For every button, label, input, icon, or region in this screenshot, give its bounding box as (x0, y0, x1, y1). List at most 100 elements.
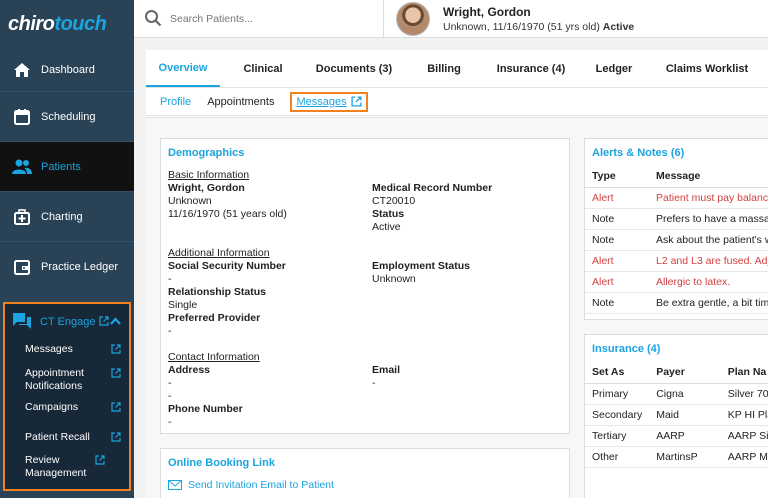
patient-header: Wright, Gordon Unknown, 11/16/1970 (51 y… (396, 2, 634, 36)
insurance-card: Insurance (4) Set As Payer Plan Na Prima… (584, 334, 768, 498)
table-row[interactable]: Note Ask about the patient's w (585, 229, 768, 251)
employment-value: Unknown (372, 273, 416, 285)
chat-icon (12, 312, 32, 333)
engage-item-label: Appointment Notifications (25, 367, 84, 392)
patient-avatar[interactable] (396, 2, 430, 36)
online-booking-title: Online Booking Link (168, 457, 275, 469)
chirotouch-logo[interactable]: chiro touch (0, 0, 134, 48)
top-bar: Wright, Gordon Unknown, 11/16/1970 (51 y… (134, 0, 768, 38)
calendar-icon (12, 107, 32, 127)
external-link-icon (351, 96, 362, 107)
online-booking-card: Online Booking Link Send Invitation Emai… (160, 448, 570, 498)
tab-documents[interactable]: Documents (3) (306, 50, 402, 87)
alert-message: Allergic to latex. (649, 271, 768, 293)
engage-item-messages[interactable]: Messages (5, 343, 129, 365)
insurance-set-as: Primary (585, 383, 650, 405)
patient-details: Unknown, 11/16/1970 (51 yrs old) (443, 21, 600, 33)
sidebar-item-label: Scheduling (41, 110, 96, 123)
basic-info-heading: Basic Information (168, 169, 250, 181)
alert-type: Alert (585, 187, 649, 209)
engage-item-patient-recall[interactable]: Patient Recall (5, 431, 129, 454)
patient-status: Active (602, 21, 635, 33)
mrn-value: CT20010 (372, 195, 416, 207)
address-line2: - (168, 390, 172, 402)
patient-tabs: Overview Clinical Documents (3) Billing … (146, 50, 768, 88)
column-header: Set As (585, 361, 650, 384)
home-icon (12, 60, 32, 80)
table-row[interactable]: TertiaryAARPAARP Silv (585, 425, 768, 447)
insurance-set-as: Other (585, 446, 650, 468)
tab-billing[interactable]: Billing (402, 50, 486, 87)
demo-dob: 11/16/1970 (51 years old) (168, 208, 287, 220)
search-input[interactable] (170, 13, 370, 25)
table-row[interactable]: Alert L2 and L3 are fused. Adju (585, 250, 768, 272)
patient-panel: Overview Clinical Documents (3) Billing … (146, 50, 768, 498)
overview-content: Demographics Basic Information Wright, G… (146, 117, 768, 498)
table-header-row: Set As Payer Plan Na (585, 361, 768, 384)
sidebar-item-practice-ledger[interactable]: Practice Ledger (0, 241, 134, 291)
alerts-notes-card: Alerts & Notes (6) Type Message Alert Pat… (584, 138, 768, 320)
engage-item-review-management[interactable]: Review Management (5, 454, 129, 482)
demographics-title: Demographics (168, 147, 245, 159)
table-row[interactable]: Alert Allergic to latex. (585, 271, 768, 293)
table-header-row: Type Message (585, 165, 768, 188)
sidebar-item-label: Patients (41, 160, 81, 173)
alert-type: Note (585, 229, 649, 251)
insurance-plan: AARP Me (720, 446, 768, 468)
table-row[interactable]: Primary Cigna Silver 70 (585, 383, 768, 405)
relationship-label: Relationship Status (168, 286, 267, 298)
table-row[interactable]: Note Be extra gentle, a bit timi (585, 292, 768, 314)
sidebar-item-scheduling[interactable]: Scheduling (0, 91, 134, 141)
alert-message: Prefers to have a massag (649, 208, 768, 230)
tab-insurance[interactable]: Insurance (4) (486, 50, 576, 87)
column-header: Message (649, 165, 768, 188)
subtab-profile[interactable]: Profile (160, 96, 191, 108)
engage-item-label: Review Management (25, 454, 87, 479)
additional-info-heading: Additional Information (168, 247, 270, 259)
external-link-icon (111, 368, 121, 382)
table-row[interactable]: Alert Patient must pay balance (585, 187, 768, 209)
table-row[interactable]: Note Prefers to have a massag (585, 208, 768, 230)
subtab-messages[interactable]: Messages (290, 91, 368, 112)
external-link-icon (111, 344, 121, 358)
subtab-messages-label: Messages (296, 95, 347, 108)
ct-engage-toggle[interactable]: CT Engage (5, 304, 129, 340)
sidebar-item-label: Practice Ledger (41, 260, 119, 273)
patient-search (134, 0, 384, 38)
ct-engage-label: CT Engage (40, 316, 96, 328)
engage-item-appointment-notifications[interactable]: Appointment Notifications (5, 367, 129, 401)
external-link-icon (99, 315, 110, 329)
sidebar-item-charting[interactable]: Charting (0, 191, 134, 241)
demo-name: Wright, Gordon (168, 182, 245, 194)
column-header: Plan Na (720, 361, 768, 384)
phone-value: - (168, 416, 172, 428)
sidebar-item-label: Charting (41, 210, 83, 223)
tab-overview[interactable]: Overview (146, 50, 220, 87)
provider-label: Preferred Provider (168, 312, 261, 324)
subtab-appointments[interactable]: Appointments (207, 96, 274, 108)
sidebar-item-patients[interactable]: Patients (0, 141, 134, 191)
phone-label: Phone Number (168, 403, 243, 415)
send-invitation-link[interactable]: Send Invitation Email to Patient (161, 479, 569, 491)
medical-kit-icon (12, 207, 32, 227)
external-link-icon (111, 432, 121, 446)
email-label: Email (372, 364, 401, 376)
employment-label: Employment Status (372, 260, 471, 272)
table-row[interactable]: SecondaryMaidKP HI Pla (585, 404, 768, 426)
tab-claims-worklist[interactable]: Claims Worklist (652, 50, 762, 87)
logo-text-part1: chiro (8, 12, 55, 35)
insurance-plan: AARP Silv (720, 425, 768, 447)
logo-text-part2: touch (54, 12, 107, 35)
sidebar-item-dashboard[interactable]: Dashboard (0, 48, 134, 91)
table-row[interactable]: OtherMartinsPAARP Me (585, 446, 768, 468)
insurance-payer: AARP (649, 425, 721, 447)
sidebar: chiro touch Dashboard Scheduling Patients… (0, 0, 134, 498)
tab-clinical[interactable]: Clinical (220, 50, 306, 87)
alert-type: Alert (585, 271, 649, 293)
engage-item-label: Campaigns (25, 401, 79, 413)
envelope-icon (168, 480, 182, 490)
engage-item-campaigns[interactable]: Campaigns (5, 401, 129, 431)
tab-ledger[interactable]: Ledger (576, 50, 652, 87)
email-value: - (372, 377, 376, 389)
ssn-value: - (168, 273, 172, 285)
